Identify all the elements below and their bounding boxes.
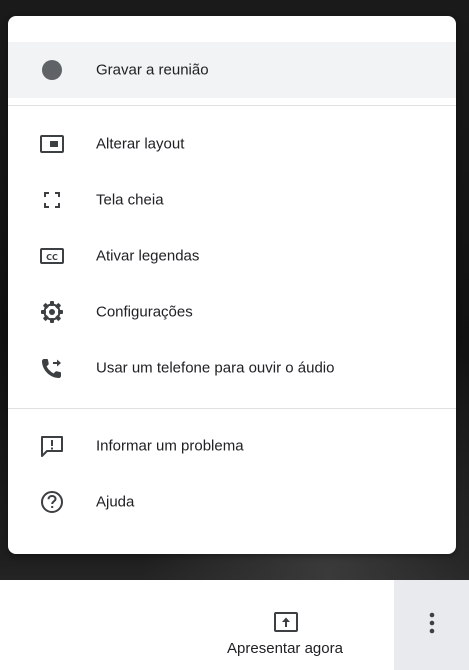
menu-item-label: Ajuda [96, 493, 135, 511]
present-now-button[interactable]: Apresentar agora [200, 580, 370, 670]
menu-item-use-phone-audio[interactable]: Usar um telefone para ouvir o áudio [8, 340, 456, 396]
menu-item-label: Gravar a reunião [96, 61, 209, 79]
menu-item-label: Alterar layout [96, 135, 185, 153]
menu-item-fullscreen[interactable]: Tela cheia [8, 172, 456, 228]
more-options-button[interactable] [394, 580, 469, 670]
menu-item-label: Tela cheia [96, 191, 164, 209]
phone-forward-icon [38, 354, 66, 382]
present-upload-icon [274, 612, 298, 632]
closed-captions-icon: CC [38, 242, 66, 270]
svg-text:CC: CC [46, 253, 58, 262]
help-icon [38, 488, 66, 516]
menu-item-label: Usar um telefone para ouvir o áudio [96, 359, 335, 377]
gear-icon [38, 298, 66, 326]
bottom-toolbar: Apresentar agora [0, 580, 469, 670]
feedback-icon [38, 432, 66, 460]
fullscreen-icon [38, 186, 66, 214]
menu-divider [8, 408, 456, 409]
menu-item-record-meeting[interactable]: Gravar a reunião [8, 42, 456, 98]
menu-item-label: Configurações [96, 303, 193, 321]
more-options-menu: Gravar a reunião Alterar layout Tela che… [8, 16, 456, 554]
menu-item-captions[interactable]: CC Ativar legendas [8, 228, 456, 284]
menu-item-settings[interactable]: Configurações [8, 284, 456, 340]
layout-icon [38, 130, 66, 158]
present-now-label: Apresentar agora [227, 640, 343, 657]
menu-item-label: Ativar legendas [96, 247, 200, 265]
menu-item-change-layout[interactable]: Alterar layout [8, 116, 456, 172]
menu-divider [8, 105, 456, 106]
menu-item-help[interactable]: Ajuda [8, 474, 456, 530]
menu-item-report-problem[interactable]: Informar um problema [8, 418, 456, 474]
record-dot-icon [38, 56, 66, 84]
menu-item-label: Informar um problema [96, 437, 244, 455]
more-vertical-icon [429, 612, 435, 639]
